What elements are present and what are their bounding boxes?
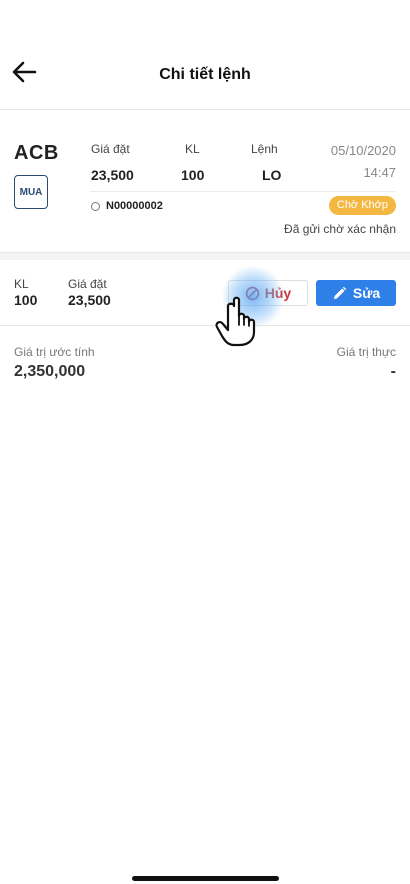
circle-icon <box>91 201 100 211</box>
price-label: Giá đặt <box>68 277 107 291</box>
order-type-value: LO <box>262 167 282 183</box>
estimated-value: 2,350,000 <box>14 363 86 380</box>
app-header: Chi tiết lệnh <box>0 0 410 110</box>
order-id-row: N00000002 <box>91 200 163 212</box>
actual-value: - <box>390 363 396 380</box>
order-card: ACB MUA Giá đặt KL Lệnh 23,500 100 LO 05… <box>0 111 410 253</box>
price-value: 23,500 <box>91 167 134 183</box>
order-date: 05/10/2020 <box>330 143 396 158</box>
cancel-label: Hủy <box>264 285 292 301</box>
edit-label: Sửa <box>352 285 381 301</box>
volume-value: 100 <box>14 292 38 308</box>
estimated-value-label: Giá trị ước tính <box>14 345 95 359</box>
order-side-badge: MUA <box>14 175 48 209</box>
value-row: Giá trị ước tính 2,350,000 Giá trị thực … <box>0 327 410 397</box>
price-label: Giá đặt <box>91 142 130 156</box>
cancel-order-button[interactable]: Hủy <box>228 280 308 306</box>
edit-order-button[interactable]: Sửa <box>316 280 396 306</box>
order-time: 14:47 <box>363 165 396 180</box>
actual-value-label: Giá trị thực <box>336 345 396 359</box>
order-id: N00000002 <box>106 200 163 212</box>
pencil-icon <box>333 286 347 299</box>
volume-value: 100 <box>181 167 205 183</box>
home-indicator <box>132 876 279 881</box>
status-note: Đã gửi chờ xác nhận <box>284 222 396 236</box>
order-type-label: Lệnh <box>251 142 278 156</box>
divider <box>90 191 396 192</box>
price-value: 23,500 <box>68 292 111 308</box>
section-gap <box>0 253 410 260</box>
action-row: KL 100 Giá đặt 23,500 Hủy Sửa <box>0 260 410 326</box>
volume-label: KL <box>14 277 29 291</box>
volume-label: KL <box>185 142 200 156</box>
stock-symbol: ACB <box>14 142 59 164</box>
status-badge: Chờ Khớp <box>328 196 396 215</box>
page-title: Chi tiết lệnh <box>159 66 251 83</box>
ban-icon <box>245 286 259 300</box>
